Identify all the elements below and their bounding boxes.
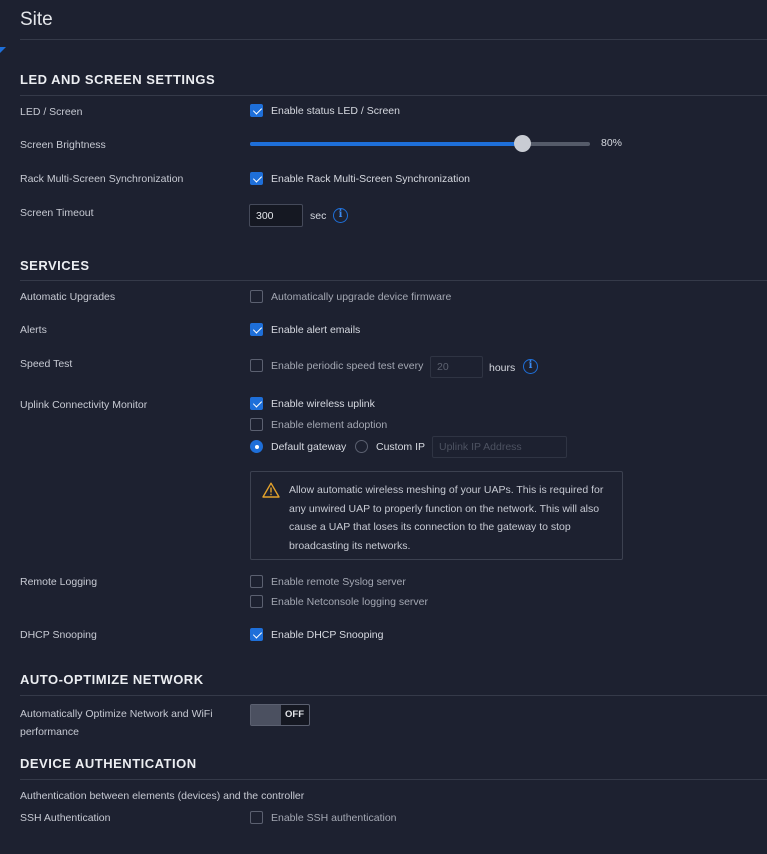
dhcp-snooping-option[interactable]: Enable DHCP Snooping	[271, 628, 383, 642]
brightness-value: 80%	[601, 137, 623, 149]
speed-test-interval-input[interactable]	[430, 356, 483, 378]
ssh-label: SSH Authentication	[20, 812, 111, 824]
ssh-option[interactable]: Enable SSH authentication	[271, 811, 397, 825]
corner-indicator	[0, 47, 6, 53]
section-title-services: SERVICES	[20, 258, 90, 273]
led-screen-checkbox[interactable]	[250, 104, 263, 117]
rack-sync-checkbox[interactable]	[250, 172, 263, 185]
brightness-label: Screen Brightness	[20, 139, 106, 151]
element-adoption-checkbox[interactable]	[250, 418, 263, 431]
uplink-label: Uplink Connectivity Monitor	[20, 399, 148, 411]
custom-ip-input[interactable]	[432, 436, 567, 458]
brightness-slider-thumb[interactable]	[514, 135, 531, 152]
custom-ip-option[interactable]: Custom IP	[376, 440, 425, 454]
default-gateway-option[interactable]: Default gateway	[271, 440, 346, 454]
toggle-state: OFF	[285, 709, 304, 720]
remote-logging-label: Remote Logging	[20, 576, 98, 588]
alerts-checkbox[interactable]	[250, 323, 263, 336]
timeout-unit: sec	[310, 210, 327, 222]
led-screen-label: LED / Screen	[20, 106, 83, 118]
led-screen-option[interactable]: Enable status LED / Screen	[271, 104, 400, 118]
alerts-label: Alerts	[20, 324, 47, 336]
toggle-knob	[251, 705, 281, 725]
speed-test-checkbox[interactable]	[250, 359, 263, 372]
section-title-led: LED AND SCREEN SETTINGS	[20, 72, 216, 87]
netconsole-checkbox[interactable]	[250, 595, 263, 608]
alerts-option[interactable]: Enable alert emails	[271, 323, 360, 337]
auto-upgrades-checkbox[interactable]	[250, 290, 263, 303]
ssh-checkbox[interactable]	[250, 811, 263, 824]
rack-sync-label: Rack Multi-Screen Synchronization	[20, 173, 184, 185]
speed-test-label: Speed Test	[20, 358, 73, 370]
section-divider	[20, 779, 767, 780]
optimize-label-line2: performance	[20, 726, 79, 738]
element-adoption-option[interactable]: Enable element adoption	[271, 418, 387, 432]
optimize-label-line1: Automatically Optimize Network and WiFi	[20, 708, 213, 720]
section-title-auto-optimize: AUTO-OPTIMIZE NETWORK	[20, 672, 204, 687]
section-title-device-auth: DEVICE AUTHENTICATION	[20, 756, 197, 771]
default-gateway-radio[interactable]	[250, 440, 263, 453]
timeout-label: Screen Timeout	[20, 207, 94, 219]
wireless-meshing-warning: Allow automatic wireless meshing of your…	[250, 471, 623, 560]
page-title: Site	[20, 9, 53, 30]
warning-text: Allow automatic wireless meshing of your…	[289, 484, 604, 552]
auto-upgrades-label: Automatic Upgrades	[20, 291, 116, 303]
info-icon[interactable]: i	[333, 208, 348, 223]
custom-ip-radio[interactable]	[355, 440, 368, 453]
syslog-checkbox[interactable]	[250, 575, 263, 588]
wireless-uplink-checkbox[interactable]	[250, 397, 263, 410]
section-divider	[20, 280, 767, 281]
dhcp-snooping-label: DHCP Snooping	[20, 629, 97, 641]
rack-sync-option[interactable]: Enable Rack Multi-Screen Synchronization	[271, 172, 470, 186]
optimize-toggle[interactable]: OFF	[250, 704, 310, 726]
speed-test-option[interactable]: Enable periodic speed test every	[271, 359, 423, 373]
syslog-option[interactable]: Enable remote Syslog server	[271, 575, 406, 589]
site-settings-page: Site LED AND SCREEN SETTINGS LED / Scree…	[0, 0, 767, 854]
netconsole-option[interactable]: Enable Netconsole logging server	[271, 595, 428, 609]
section-divider	[20, 695, 767, 696]
wireless-uplink-option[interactable]: Enable wireless uplink	[271, 397, 375, 411]
timeout-input[interactable]	[249, 204, 303, 227]
warning-triangle-icon	[262, 482, 280, 498]
brightness-slider-fill	[250, 142, 522, 146]
dhcp-snooping-checkbox[interactable]	[250, 628, 263, 641]
device-auth-subtitle: Authentication between elements (devices…	[20, 790, 305, 802]
brightness-slider[interactable]	[250, 135, 590, 152]
section-divider	[20, 95, 767, 96]
info-icon[interactable]: i	[523, 359, 538, 374]
auto-upgrades-option[interactable]: Automatically upgrade device firmware	[271, 290, 451, 304]
speed-test-unit: hours	[489, 362, 516, 374]
title-divider	[20, 39, 767, 40]
